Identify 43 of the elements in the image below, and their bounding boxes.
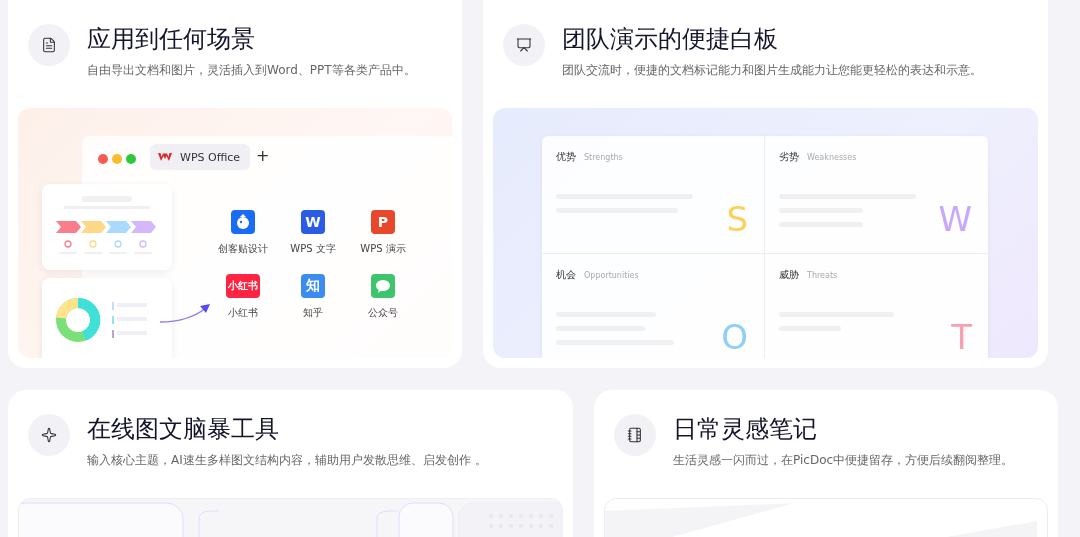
app-icon[interactable]: 知: [301, 274, 325, 298]
quadrant-caption: Weaknesses: [807, 152, 857, 162]
app-icon[interactable]: W: [301, 210, 325, 234]
app-icon[interactable]: P: [371, 210, 395, 234]
card-description: 自由导出文档和图片，灵活插入到Word、PPT等各类产品中。: [87, 62, 416, 79]
app-label: 小红书: [228, 306, 258, 320]
quadrant-letter: S: [726, 202, 748, 236]
quadrant-caption: Threats: [807, 270, 838, 280]
donut-drawing: [56, 298, 101, 342]
card-description: 团队交流时，便捷的文档标记能力和图片生成能力让您能更轻松的表达和示意。: [562, 62, 982, 79]
app-label: WPS 演示: [360, 242, 406, 256]
quadrant-caption: Opportunities: [584, 270, 639, 280]
app-label: 知乎: [303, 306, 323, 320]
logo-icon: [158, 152, 172, 162]
quadrant-label: 劣势: [779, 150, 799, 164]
legend-drawing: [112, 302, 147, 338]
card-description: 生活灵感一闪而过，在PicDoc中便捷留存，方便后续翻阅整理。: [673, 452, 1014, 469]
card-title: 在线图文脑暴工具: [87, 414, 280, 444]
quadrant-letter: T: [951, 320, 972, 354]
card-title: 日常灵感笔记: [673, 414, 818, 444]
sparkle-icon: [41, 427, 57, 443]
window-dot: [98, 154, 108, 164]
window-tab[interactable]: WPS Office: [150, 144, 251, 170]
card-title: 团队演示的便捷白板: [562, 24, 779, 54]
app-label: 创客贴设计: [218, 242, 268, 256]
card-description: 输入核心主题，AI速生多样图文结构内容，辅助用户发散思维、启发创作 。: [87, 452, 487, 469]
quadrant-label: 威胁: [779, 268, 799, 282]
card-title: 应用到任何场景: [87, 24, 256, 54]
quadrant-letter: W: [938, 202, 972, 236]
window-dot: [112, 154, 122, 164]
quadrant-label: 优势: [556, 150, 576, 164]
app-label: 公众号: [368, 306, 398, 320]
app-label: WPS 文字: [290, 242, 336, 256]
quadrant-label: 机会: [556, 268, 576, 282]
window-dot: [126, 154, 136, 164]
notebook-icon: [627, 427, 643, 443]
presentation-icon: [516, 37, 532, 53]
mascot-icon[interactable]: [231, 210, 255, 234]
new-tab-button[interactable]: +: [256, 146, 270, 166]
quadrant-caption: Strengths: [584, 152, 623, 162]
quadrant-letter: O: [721, 320, 748, 354]
document-icon: [41, 37, 57, 53]
app-icon[interactable]: 小红书: [226, 274, 260, 298]
